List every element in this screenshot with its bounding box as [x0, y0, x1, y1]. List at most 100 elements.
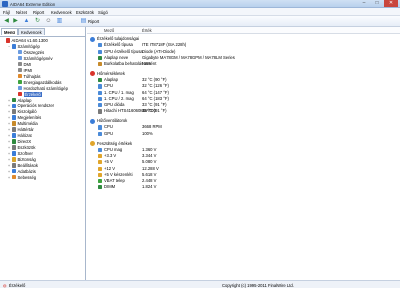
computer-name-icon — [17, 55, 22, 61]
voltage-warning-icon — [98, 172, 103, 177]
collapse-icon[interactable]: − — [8, 45, 12, 51]
tree-item[interactable]: + Sebesség — [8, 175, 36, 181]
menu-favorites[interactable]: Kedvencek — [51, 10, 72, 15]
maximize-button[interactable]: □ — [371, 0, 383, 7]
voltage-icon — [90, 141, 95, 147]
table-row[interactable]: Érzékelő típusa ITE IT8718F (ISA 228h) — [87, 42, 400, 48]
menu-view[interactable]: Nézet — [16, 10, 27, 15]
tree-item-label: Összegzés — [23, 49, 45, 55]
tree-item-label: IPMI — [23, 67, 33, 73]
tree-item-label: AIDA64 v1.60.1300 — [11, 38, 48, 43]
column-field[interactable]: Mező — [104, 28, 114, 33]
section-header[interactable]: Hűtőventilátorok — [87, 118, 400, 124]
minimize-button[interactable]: – — [358, 0, 370, 7]
table-row[interactable]: CPU mag 1.360 V — [87, 147, 400, 153]
tab-favorites[interactable]: Kedvencek — [18, 28, 45, 35]
tree-item-label: Sebesség — [17, 174, 37, 180]
chassis-icon — [98, 62, 103, 67]
directx-icon — [11, 139, 16, 144]
field-name: DIMM — [104, 184, 116, 190]
hdd-icon — [98, 109, 103, 114]
table-row[interactable]: Burkolatba behatolás történt Nem — [87, 61, 400, 67]
tree-item-label: Eszközök — [17, 145, 36, 151]
expand-icon[interactable]: + — [8, 176, 12, 182]
os-icon — [11, 103, 16, 109]
cpu-fan-icon — [98, 125, 103, 130]
voltage-warning-icon — [98, 154, 103, 159]
menu-tools[interactable]: Eszközök — [76, 10, 94, 15]
table-row[interactable]: CPU 32 °C (126 °F) — [87, 83, 400, 89]
security-icon — [11, 157, 16, 162]
back-arrow-icon[interactable]: ◀ — [3, 18, 10, 25]
tree-item-label: Szoftver — [17, 151, 33, 157]
column-value[interactable]: Érték — [142, 28, 152, 33]
tree-item-label: Beállítások — [17, 162, 38, 168]
battery-icon — [98, 179, 103, 184]
status-left: Érzékelő — [9, 282, 26, 288]
report-button[interactable]: Riport — [88, 19, 99, 24]
tree-item-label: Megjelenítés — [17, 115, 42, 121]
chart-icon[interactable]: ▥ — [56, 18, 63, 25]
database-icon — [11, 168, 16, 174]
tree-item-label: Számítógép — [17, 43, 40, 49]
gpu-fan-icon — [98, 131, 103, 136]
table-row[interactable]: +5 V készenléti 5.618 V — [87, 172, 400, 178]
menu-file[interactable]: Fájl — [3, 10, 10, 15]
tree-item-label: Túlhajtás — [23, 73, 41, 79]
menu-bar: Fájl Nézet Riport Kedvencek Eszközök Súg… — [0, 8, 400, 16]
tree-item-label: Multimédia — [17, 121, 38, 127]
gpu-icon — [98, 49, 103, 54]
table-row[interactable]: 1. CPU / 2. mag 64 °C (183 °F) — [87, 96, 400, 102]
power-icon — [17, 79, 22, 85]
table-row[interactable]: Alaplap neve Gigabyte MA78GM / MA78GPM / … — [87, 55, 400, 61]
table-row[interactable]: +3.3 V 3.344 V — [87, 153, 400, 159]
tree-item-label: Biztonság — [17, 157, 36, 162]
field-name: GPU — [104, 130, 114, 136]
voltage-warning-icon — [98, 166, 103, 171]
motherboard-icon — [98, 78, 103, 83]
tree-item-label: DMI — [23, 61, 32, 67]
status-bar: ◍ Érzékelő Copyright (c) 1995-2011 Final… — [0, 280, 400, 288]
voltage-warning-icon — [98, 160, 103, 165]
table-row[interactable]: Alaplap 32 °C (90 °F) — [87, 77, 400, 83]
title-bar: AIDA64 Extreme Edition – □ ✕ — [0, 0, 400, 8]
field-value: 1.824 V — [142, 184, 157, 190]
table-row[interactable]: Hitachi HTS416060M9AT00 33 °C (91 °F) — [87, 108, 400, 114]
aida64-app-icon — [2, 1, 8, 7]
close-button[interactable]: ✕ — [384, 0, 398, 7]
table-row[interactable]: GPU érzékelő típusa Diode (ATI-Diode) — [87, 49, 400, 55]
refresh-icon[interactable]: ↻ — [34, 18, 41, 25]
tree-item-label: Energiagazdálkodás — [23, 79, 62, 85]
table-row[interactable]: +12 V 12.288 V — [87, 166, 400, 172]
settings-icon — [11, 163, 16, 168]
menu-help[interactable]: Súgó — [98, 10, 108, 15]
tree-item-label: Kiszolgáló — [17, 109, 37, 115]
table-row[interactable]: GPU dióda 33 °C (91 °F) — [87, 102, 400, 108]
computer-icon — [11, 44, 16, 49]
table-row[interactable]: +5 V 5.080 V — [87, 159, 400, 165]
tab-menu[interactable]: Menü — [1, 28, 18, 35]
field-value: 33 °C (91 °F) — [142, 108, 167, 114]
up-arrow-icon[interactable]: ▲ — [23, 18, 30, 25]
storage-icon — [11, 127, 16, 132]
table-row[interactable]: CPU 3668 RPM — [87, 124, 400, 130]
network-icon — [11, 133, 16, 138]
cpu-icon — [98, 84, 103, 89]
table-row[interactable]: 1. CPU / 1. mag 64 °C (147 °F) — [87, 90, 400, 96]
menu-report[interactable]: Riport — [33, 10, 44, 15]
section-header[interactable]: Érzékelő tulajdonságai — [87, 36, 400, 42]
temperature-icon — [90, 71, 95, 77]
table-row[interactable]: GPU 100% — [87, 131, 400, 137]
section-header[interactable]: Hőmérsékletek — [87, 71, 400, 77]
overclock-icon — [17, 73, 22, 79]
cpu-icon — [98, 147, 103, 152]
table-row[interactable]: DIMM 1.824 V — [87, 184, 400, 190]
sensor-props-icon — [90, 36, 95, 42]
table-row[interactable]: VBAT telep 2.448 V — [87, 178, 400, 184]
section-header[interactable]: Feszültség értékek — [87, 141, 400, 147]
forward-arrow-icon[interactable]: ▶ — [12, 18, 19, 25]
software-icon — [11, 151, 16, 156]
user-icon[interactable]: ☺ — [45, 18, 52, 25]
aida-icon — [5, 38, 10, 43]
report-icon[interactable]: ▤ — [80, 18, 87, 25]
